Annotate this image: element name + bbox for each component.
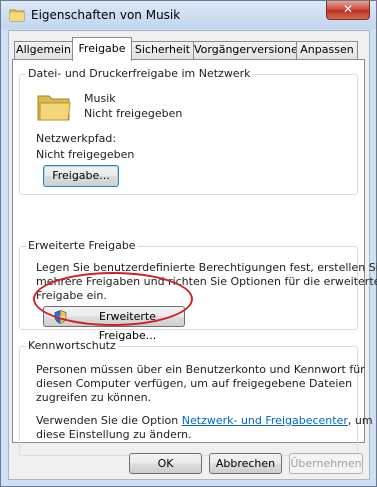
network-sharing-group-title: Datei- und Druckerfreigabe im Netzwerk (26, 67, 253, 80)
password-line4: Verwenden Sie die Option Netzwerk- und F… (36, 414, 373, 427)
password-line4-prefix: Verwenden Sie die Option (36, 414, 179, 427)
advanced-sharing-group-title: Erweiterte Freigabe (26, 239, 138, 252)
network-path-label: Netzwerkpfad: (36, 132, 117, 145)
password-line1: Personen müssen über ein Benutzerkonto u… (36, 363, 365, 376)
password-line5: diese Einstellung zu ändern. (36, 428, 192, 441)
properties-window: Eigenschaften von Musik ✕ Allgemein Frei… (0, 0, 377, 487)
tab-sicherheit[interactable]: Sicherheit (131, 41, 194, 59)
title-bar[interactable]: Eigenschaften von Musik ✕ (1, 1, 376, 29)
folder-icon (9, 9, 25, 22)
tab-anpassen[interactable]: Anpassen (296, 41, 358, 59)
cancel-button[interactable]: Abbrechen (209, 453, 282, 474)
ok-button[interactable]: OK (129, 453, 202, 474)
password-protection-group-title: Kennwortschutz (26, 339, 118, 352)
dialog-client: Allgemein Freigabe Sicherheit Vorgängerv… (8, 30, 377, 480)
freigabe-panel: Datei- und Druckerfreigabe im Netzwerk M… (12, 59, 377, 456)
network-sharing-group: Datei- und Druckerfreigabe im Netzwerk M… (19, 67, 358, 195)
password-protection-group: Kennwortschutz Personen müssen über ein … (19, 339, 373, 456)
highlight-ellipse (33, 272, 193, 326)
network-path-value: Nicht freigegeben (36, 148, 135, 161)
tab-vorgaengerversionen[interactable]: Vorgängerversionen (193, 41, 305, 59)
close-icon: ✕ (342, 2, 354, 16)
password-line3: zugreifen zu können. (36, 391, 152, 404)
tab-freigabe[interactable]: Freigabe (72, 37, 132, 61)
password-line4-suffix: , um (347, 414, 373, 427)
network-sharing-center-link[interactable]: Netzwerk- und Freigabecenter (182, 414, 348, 427)
folder-name: Musik (84, 92, 116, 105)
folder-icon (37, 95, 71, 121)
window-title: Eigenschaften von Musik (31, 8, 181, 22)
folder-share-status: Nicht freigegeben (84, 107, 183, 120)
apply-button[interactable]: Übernehmen (289, 453, 363, 474)
password-line2: diesen Computer verfügen, um auf freigeg… (36, 377, 353, 390)
advanced-description-line1: Legen Sie benutzerdefinierte Berechtigun… (36, 261, 377, 274)
tab-allgemein[interactable]: Allgemein (14, 41, 73, 59)
close-button[interactable]: ✕ (326, 1, 370, 20)
share-button[interactable]: Freigabe... (43, 165, 119, 187)
